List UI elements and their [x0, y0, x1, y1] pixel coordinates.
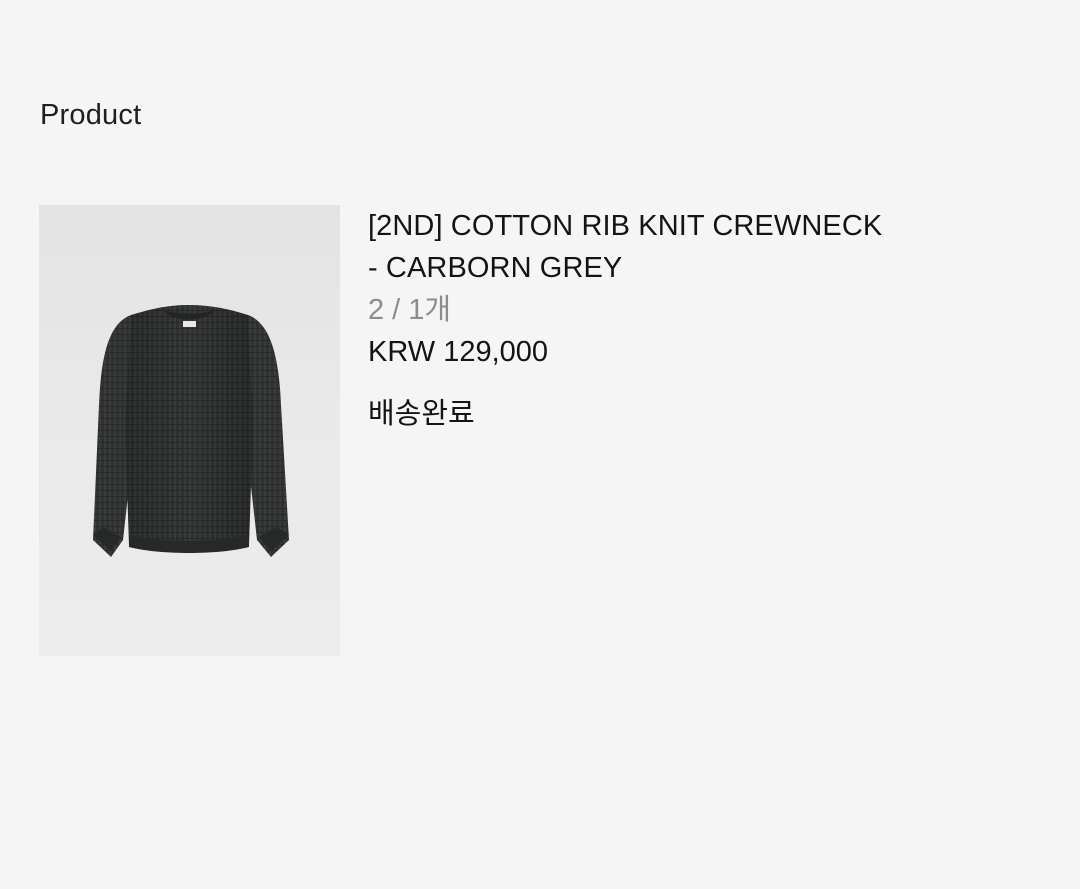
product-thumbnail[interactable] [39, 205, 340, 656]
delivery-status: 배송완료 [368, 398, 475, 430]
product-price: KRW 129,000 [368, 336, 549, 368]
product-name-line2[interactable]: - CARBORN GREY [368, 247, 928, 289]
product-quantity: 2 / 1개 [368, 294, 452, 326]
product-info: [2ND] COTTON RIB KNIT CREWNECK - CARBORN… [368, 205, 928, 435]
product-card[interactable]: [2ND] COTTON RIB KNIT CREWNECK - CARBORN… [39, 205, 939, 657]
sweater-photo [93, 305, 289, 557]
section-title: Product [40, 99, 142, 131]
product-name-line1[interactable]: [2ND] COTTON RIB KNIT CREWNECK [368, 205, 928, 247]
